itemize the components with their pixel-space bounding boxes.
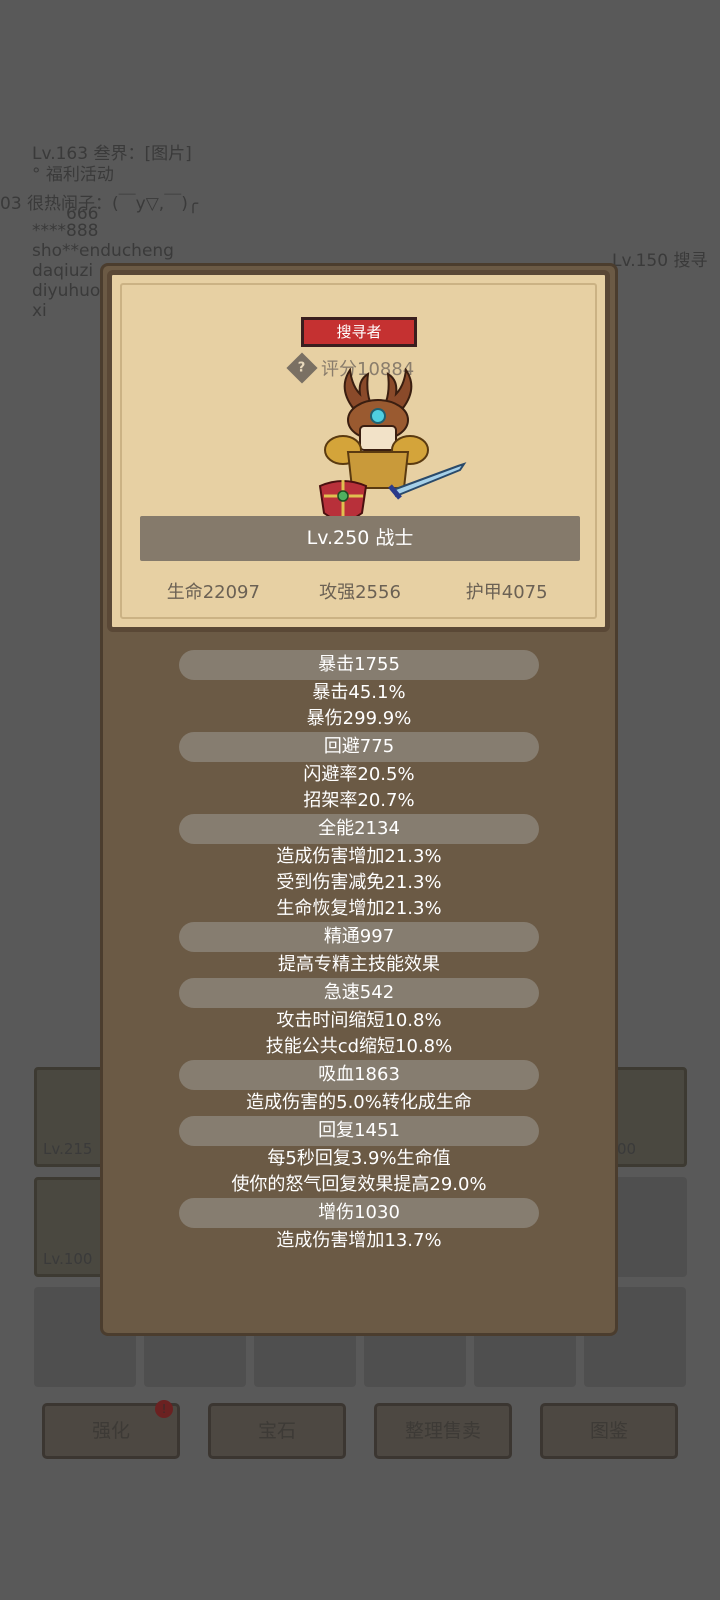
stat-line: 造成伤害增加21.3% [276, 846, 442, 867]
stat-line: 闪避率20.5% [303, 764, 415, 785]
chat-line: 03 很热闹子：(￣y▽,￣)╭ [0, 194, 199, 214]
stat-header: 精通997 [179, 922, 539, 952]
chat-line: sho**enducheng [32, 241, 174, 261]
stat-header: 全能2134 [179, 814, 539, 844]
chat-line: xi [32, 301, 47, 321]
stat-line: 提高专精主技能效果 [278, 954, 440, 975]
stat-line: 每5秒回复3.9%生命值 [267, 1148, 451, 1169]
stat-line: 技能公共cd缩短10.8% [265, 1036, 453, 1057]
stat-line: 暴击45.1% [312, 682, 406, 703]
enhance-button[interactable]: 强化 ! [42, 1400, 180, 1459]
chat-line: diyuhuo [32, 281, 101, 301]
stat-line: 受到伤害减免21.3% [276, 872, 442, 893]
codex-button-label: 图鉴 [589, 1420, 628, 1442]
stat-header: 回避775 [179, 732, 539, 762]
chat-line: daqiuzi [32, 261, 94, 281]
chat-line: ° 福利活动 [32, 165, 114, 185]
chat-line: ****888 [32, 221, 99, 241]
slot-level: Lv.100 [43, 1250, 93, 1268]
stat-list: 暴击1755 暴击45.1% 暴伤299.9% 回避775 闪避率20.5% 招… [100, 650, 618, 1254]
equipment-slot[interactable]: Lv.215 [34, 1067, 106, 1167]
hp-stat: 生命22097 [166, 582, 260, 603]
stat-line: 暴伤299.9% [306, 708, 412, 729]
base-stats: 生命22097 攻强2556 护甲4075 [140, 578, 580, 604]
stat-header: 增伤1030 [179, 1198, 539, 1228]
gem-button[interactable]: 宝石 [208, 1403, 346, 1459]
hero-title-tag: 搜寻者 [301, 317, 417, 347]
alert-badge-icon: ! [155, 1400, 173, 1418]
slot-level: Lv.215 [43, 1140, 93, 1158]
equipment-slot[interactable]: Lv.100 [34, 1177, 106, 1277]
stat-line: 造成伤害的5.0%转化成生命 [246, 1092, 472, 1113]
stat-line: 使你的怒气回复效果提高29.0% [231, 1174, 487, 1195]
empty-slot[interactable] [612, 1177, 687, 1277]
stat-line: 造成伤害增加13.7% [276, 1230, 442, 1251]
equipment-slot[interactable]: 00 [612, 1067, 687, 1167]
stat-line: 生命恢复增加21.3% [276, 898, 442, 919]
attack-stat: 攻强2556 [319, 582, 401, 603]
codex-button[interactable]: 图鉴 [540, 1403, 678, 1459]
chat-line: Lv.150 搜寻 [612, 251, 708, 271]
stat-line: 攻击时间缩短10.8% [276, 1010, 442, 1031]
warrior-hero-portrait [318, 368, 467, 522]
stat-header: 吸血1863 [179, 1060, 539, 1090]
level-class-bar: Lv.250 战士 [140, 516, 580, 561]
gem-button-label: 宝石 [257, 1420, 296, 1442]
stat-header: 暴击1755 [179, 650, 539, 680]
stat-line: 招架率20.7% [303, 790, 415, 811]
armor-stat: 护甲4075 [465, 582, 548, 603]
enhance-button-label: 强化 [91, 1420, 130, 1442]
stat-header: 回复1451 [179, 1116, 539, 1146]
chat-line: Lv.163 叁界：[图片] [32, 144, 192, 164]
sort-sell-button[interactable]: 整理售卖 [374, 1403, 512, 1459]
sort-sell-button-label: 整理售卖 [404, 1420, 481, 1442]
slot-level: 00 [617, 1140, 637, 1158]
stat-header: 急速542 [179, 978, 539, 1008]
